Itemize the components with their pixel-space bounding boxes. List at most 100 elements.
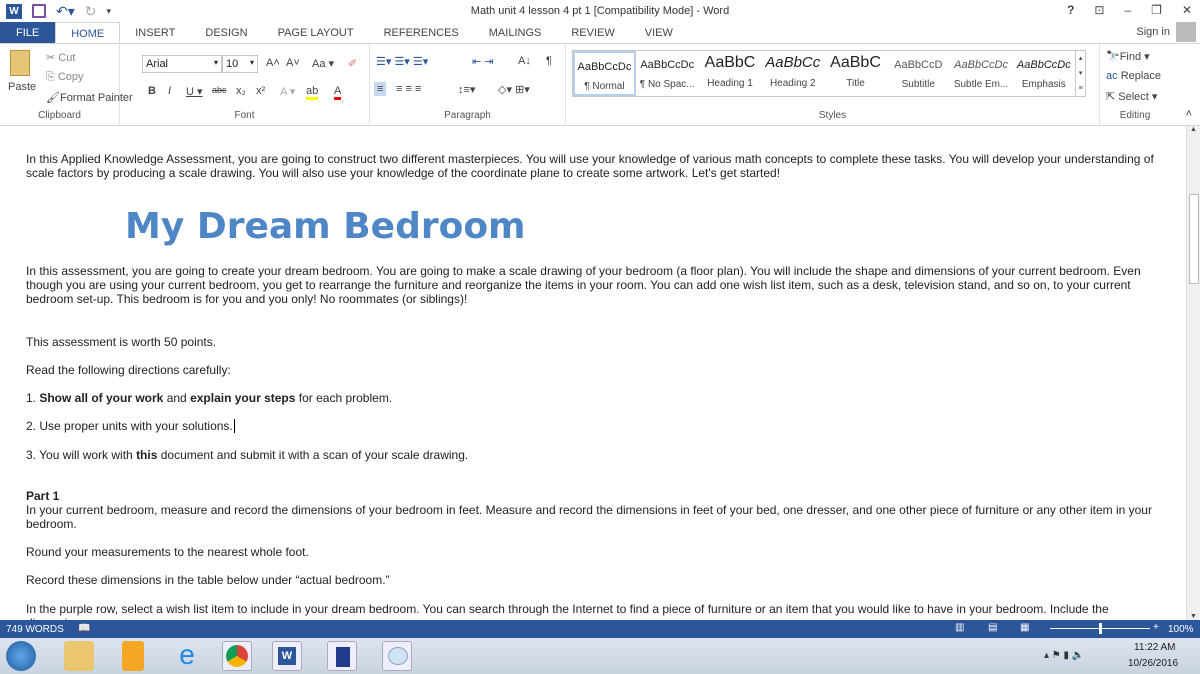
direction-2: 2. Use proper units with your solutions. [26, 419, 1156, 433]
help-button[interactable]: ? [1067, 3, 1074, 17]
clipboard-label: Clipboard [38, 110, 81, 121]
zoom-level[interactable]: 100% [1168, 624, 1194, 635]
print-layout-icon[interactable]: ▤ [988, 622, 997, 633]
grow-font-icon[interactable]: A˄ [266, 57, 280, 69]
paste-icon[interactable] [10, 50, 30, 76]
subscript-button[interactable]: x₂ [236, 85, 246, 97]
internet-explorer-icon[interactable]: e [172, 641, 202, 671]
highlight-icon[interactable]: ab [306, 85, 319, 100]
word-count[interactable]: 749 WORDS [6, 624, 64, 635]
find-button[interactable]: 🔭Find ▾ [1106, 50, 1150, 63]
bold-button[interactable]: B [148, 85, 156, 97]
show-marks-icon[interactable]: ¶ [546, 55, 552, 67]
start-button-icon[interactable] [6, 641, 36, 671]
chrome-icon[interactable] [226, 645, 248, 667]
tab-insert[interactable]: INSERT [120, 22, 190, 43]
style-title[interactable]: AaBbC Title [824, 51, 887, 96]
close-button[interactable]: ✕ [1182, 3, 1192, 17]
font-name-select[interactable]: Arial ▾ [142, 55, 222, 73]
strikethrough-button[interactable]: abc [212, 85, 227, 95]
paragraph: Read the following directions carefully: [26, 363, 231, 377]
cut-label: Cut [58, 52, 76, 64]
status-bar: 749 WORDS 📖 ▥ ▤ ▦ + 100% [0, 620, 1200, 638]
tab-file[interactable]: FILE [0, 22, 56, 43]
zoom-in-icon[interactable]: + [1153, 622, 1159, 633]
style-name: Title [846, 78, 865, 89]
indent-icons[interactable]: ⇤ ⇥ [472, 55, 494, 68]
tab-mailings[interactable]: MAILINGS [474, 22, 557, 43]
tab-design[interactable]: DESIGN [190, 22, 262, 43]
paint-icon[interactable] [388, 647, 408, 665]
scroll-up-icon[interactable]: ▲ [1187, 126, 1200, 133]
tab-home[interactable]: HOME [55, 22, 121, 43]
style-name: Subtitle [901, 79, 935, 90]
shading-icon[interactable]: ◇▾ ⊞▾ [498, 83, 530, 96]
ribbon-tabs: FILE HOME INSERT DESIGN PAGE LAYOUT REFE… [0, 22, 1200, 44]
font-size-value: 10 [226, 58, 239, 70]
zoom-slider-thumb[interactable] [1099, 623, 1102, 634]
zoom-slider[interactable] [1050, 623, 1150, 634]
bullets-icon[interactable]: ☰▾ ☰▾ ☰▾ [376, 55, 428, 68]
tab-references[interactable]: REFERENCES [369, 22, 474, 43]
style-normal[interactable]: AaBbCcDc ¶ Normal [573, 51, 636, 96]
font-name-value: Arial [146, 58, 169, 70]
style-emphasis[interactable]: AaBbCcDc Emphasis [1012, 51, 1075, 96]
superscript-button[interactable]: x² [256, 85, 265, 97]
taskbar: e W ▴ ⚑ ▮ 🔈 11:22 AM 10/26/2016 [0, 638, 1200, 674]
word-taskbar-icon[interactable]: W [278, 647, 296, 665]
select-label: Select [1118, 91, 1149, 103]
scroll-down-icon[interactable]: ▼ [1187, 613, 1200, 620]
font-size-select[interactable]: 10 ▾ [222, 55, 258, 73]
sort-icon[interactable]: A↓ [518, 55, 531, 67]
styles-scroll[interactable]: ▴ ▾ ≡ [1075, 51, 1085, 96]
cut-button[interactable]: ✂ Cut [46, 51, 75, 64]
shrink-font-icon[interactable]: A˅ [286, 57, 300, 69]
proofing-icon[interactable]: 📖 [78, 623, 90, 634]
avatar[interactable] [1176, 22, 1196, 42]
tray-icons[interactable]: ▴ ⚑ ▮ 🔈 [1044, 650, 1084, 661]
clear-formatting-icon[interactable]: ✐ [348, 57, 357, 70]
line-spacing-icon[interactable]: ↕≡▾ [458, 83, 475, 96]
scanner-app-icon[interactable] [336, 647, 350, 667]
align-buttons[interactable]: ≡ ≡ ≡ [396, 83, 421, 95]
align-left-button[interactable]: ≡ [374, 82, 387, 96]
tab-review[interactable]: REVIEW [556, 22, 629, 43]
text: 1. [26, 391, 40, 405]
sign-in-link[interactable]: Sign in [1136, 26, 1170, 38]
vertical-scrollbar[interactable]: ▲ ▼ [1186, 126, 1200, 620]
tab-view[interactable]: VIEW [630, 22, 688, 43]
clock-date[interactable]: 10/26/2016 [1128, 658, 1178, 669]
restore-button[interactable]: ❐ [1151, 3, 1162, 17]
scroll-thumb[interactable] [1189, 194, 1199, 284]
window-title: Math unit 4 lesson 4 pt 1 [Compatibility… [470, 5, 730, 17]
copy-button[interactable]: ⎘ Copy [46, 71, 84, 84]
underline-button[interactable]: U ▾ [186, 85, 203, 98]
clipboard-group: Paste ✂ Cut ⎘ Copy 🖌Format Painter Clipb… [0, 44, 133, 124]
minimize-button[interactable]: – [1124, 3, 1131, 17]
ribbon-display-icon[interactable]: ⊡ [1094, 3, 1104, 17]
style-no-spacing[interactable]: AaBbCcDc ¶ No Spac... [636, 51, 699, 96]
select-button[interactable]: ⇱ Select ▾ [1106, 90, 1157, 103]
style-name: Emphasis [1021, 79, 1066, 90]
document-page[interactable]: In this Applied Knowledge Assessment, yo… [0, 126, 1186, 620]
italic-button[interactable]: I [168, 85, 171, 97]
style-subtitle[interactable]: AaBbCcD Subtitle [887, 51, 950, 96]
change-case-button[interactable]: Aa ▾ [312, 57, 334, 70]
style-heading-1[interactable]: AaBbC Heading 1 [699, 51, 762, 96]
file-explorer-icon[interactable] [64, 641, 94, 671]
text-effects-icon[interactable]: A ▾ [280, 85, 295, 98]
media-player-icon[interactable] [122, 641, 144, 671]
tab-page-layout[interactable]: PAGE LAYOUT [263, 22, 369, 43]
clock-time[interactable]: 11:22 AM [1134, 642, 1176, 653]
font-color-icon[interactable]: A [334, 85, 342, 100]
style-heading-2[interactable]: AaBbCc Heading 2 [761, 51, 824, 96]
paste-button[interactable]: Paste [8, 81, 36, 93]
document-heading: My Dream Bedroom [125, 206, 526, 247]
read-mode-icon[interactable]: ▥ [955, 622, 964, 633]
web-layout-icon[interactable]: ▦ [1020, 622, 1029, 633]
collapse-ribbon-icon[interactable]: ˄ [1186, 108, 1192, 120]
style-subtle-emphasis[interactable]: AaBbCcDc Subtle Em... [950, 51, 1013, 96]
replace-button[interactable]: ac Replace [1106, 70, 1161, 82]
text-cursor [233, 419, 235, 433]
part-1-heading: Part 1 [26, 489, 60, 503]
